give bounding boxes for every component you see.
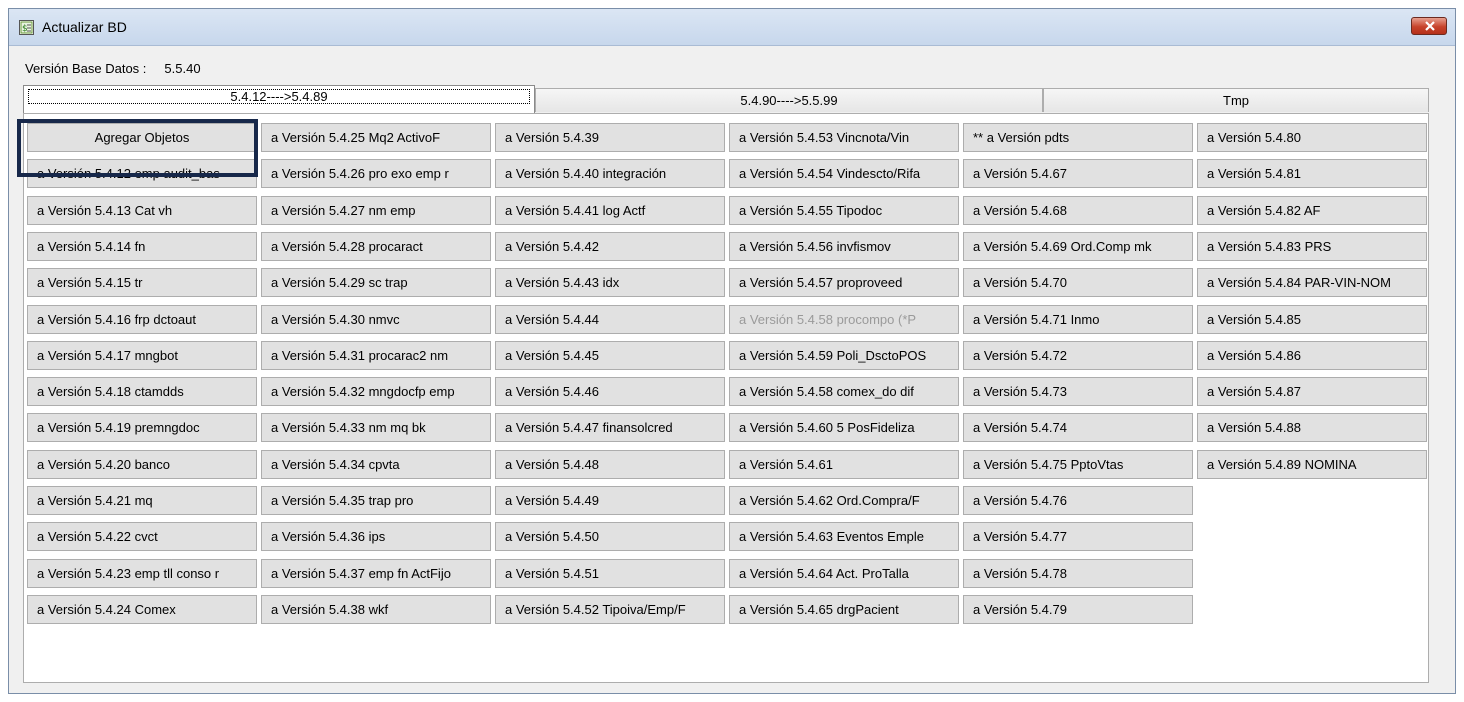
database-version-row: Versión Base Datos : 5.5.40 (25, 61, 201, 76)
tab-5-4-90-to-5-5-99[interactable]: 5.4.90---->5.5.99 (535, 88, 1043, 112)
version-update-button[interactable]: a Versión 5.4.73 (963, 377, 1193, 406)
version-update-button[interactable]: a Versión 5.4.51 (495, 559, 725, 588)
version-update-button[interactable]: a Versión 5.4.71 Inmo (963, 305, 1193, 334)
version-update-button[interactable]: a Versión 5.4.80 (1197, 123, 1427, 152)
version-update-button[interactable]: a Versión 5.4.13 Cat vh (27, 196, 257, 225)
tab-5-4-12-to-5-4-89[interactable]: 5.4.12---->5.4.89 (23, 85, 535, 113)
version-update-button[interactable]: a Versión 5.4.28 procaract (261, 232, 491, 261)
version-update-button[interactable]: a Versión 5.4.32 mngdocfp emp (261, 377, 491, 406)
version-update-button[interactable]: a Versión 5.4.57 proproveed (729, 268, 959, 297)
version-update-button[interactable]: a Versión 5.4.58 procompo (*P (729, 305, 959, 334)
database-version-value: 5.5.40 (164, 61, 201, 76)
version-update-button[interactable]: a Versión 5.4.85 (1197, 305, 1427, 334)
tab-label: 5.4.90---->5.5.99 (740, 93, 838, 108)
version-update-button[interactable]: a Versión 5.4.29 sc trap (261, 268, 491, 297)
version-update-button[interactable]: a Versión 5.4.62 Ord.Compra/F (729, 486, 959, 515)
version-update-button[interactable]: a Versión 5.4.70 (963, 268, 1193, 297)
svg-text:$: $ (22, 24, 28, 34)
tab-focus-rectangle (28, 89, 530, 104)
version-update-button[interactable]: a Versión 5.4.19 premngdoc (27, 413, 257, 442)
database-version-label: Versión Base Datos : (25, 61, 147, 76)
version-update-button[interactable]: a Versión 5.4.50 (495, 522, 725, 551)
close-button[interactable] (1411, 17, 1447, 35)
version-update-button[interactable]: a Versión 5.4.44 (495, 305, 725, 334)
version-update-button[interactable]: a Versión 5.4.20 banco (27, 450, 257, 479)
version-update-button[interactable]: a Versión 5.4.89 NOMINA (1197, 450, 1427, 479)
version-update-button[interactable]: a Versión 5.4.41 log Actf (495, 196, 725, 225)
version-update-button[interactable]: a Versión 5.4.79 (963, 595, 1193, 624)
version-update-button[interactable]: a Versión 5.4.21 mq (27, 486, 257, 515)
version-update-button[interactable]: a Versión 5.4.86 (1197, 341, 1427, 370)
version-tabs: 5.4.12---->5.4.89 5.4.90---->5.5.99 Tmp (23, 85, 1429, 113)
version-update-button[interactable]: a Versión 5.4.76 (963, 486, 1193, 515)
title-bar: $ Actualizar BD (9, 9, 1455, 46)
version-update-button[interactable]: a Versión 5.4.45 (495, 341, 725, 370)
version-update-button[interactable]: a Versión 5.4.33 nm mq bk (261, 413, 491, 442)
tab-label: Tmp (1223, 93, 1249, 108)
version-update-button[interactable]: a Versión 5.4.30 nmvc (261, 305, 491, 334)
version-update-button[interactable]: a Versión 5.4.78 (963, 559, 1193, 588)
version-update-button[interactable]: a Versión 5.4.42 (495, 232, 725, 261)
version-update-button[interactable]: a Versión 5.4.35 trap pro (261, 486, 491, 515)
version-update-button[interactable]: a Versión 5.4.63 Eventos Emple (729, 522, 959, 551)
version-update-button[interactable]: a Versión 5.4.40 integración (495, 159, 725, 188)
version-update-button[interactable]: a Versión 5.4.26 pro exo emp r (261, 159, 491, 188)
version-update-button[interactable]: a Versión 5.4.15 tr (27, 268, 257, 297)
version-update-button[interactable]: a Versión 5.4.24 Comex (27, 595, 257, 624)
window-title: Actualizar BD (42, 19, 127, 35)
version-update-button[interactable]: a Versión 5.4.88 (1197, 413, 1427, 442)
version-update-button[interactable]: a Versión 5.4.37 emp fn ActFijo (261, 559, 491, 588)
version-update-button[interactable]: a Versión 5.4.74 (963, 413, 1193, 442)
version-update-button[interactable]: a Versión 5.4.61 (729, 450, 959, 479)
version-update-button[interactable]: a Versión 5.4.22 cvct (27, 522, 257, 551)
version-update-button[interactable]: a Versión 5.4.47 finansolcred (495, 413, 725, 442)
version-update-button[interactable]: a Versión 5.4.14 fn (27, 232, 257, 261)
version-update-button[interactable]: a Versión 5.4.65 drgPacient (729, 595, 959, 624)
version-update-button[interactable]: a Versión 5.4.82 AF (1197, 196, 1427, 225)
tab-tmp[interactable]: Tmp (1043, 88, 1429, 112)
agregar-objetos-button[interactable]: Agregar Objetos (27, 123, 257, 152)
version-update-button[interactable]: a Versión 5.4.46 (495, 377, 725, 406)
version-update-button[interactable]: a Versión 5.4.64 Act. ProTalla (729, 559, 959, 588)
version-update-button[interactable]: a Versión 5.4.56 invfismov (729, 232, 959, 261)
version-update-button[interactable]: a Versión 5.4.55 Tipodoc (729, 196, 959, 225)
version-update-button[interactable]: a Versión 5.4.81 (1197, 159, 1427, 188)
version-update-button[interactable]: a Versión 5.4.27 nm emp (261, 196, 491, 225)
version-update-button[interactable]: a Versión 5.4.43 idx (495, 268, 725, 297)
version-update-button[interactable]: a Versión 5.4.77 (963, 522, 1193, 551)
version-update-button[interactable]: a Versión 5.4.83 PRS (1197, 232, 1427, 261)
version-update-button[interactable]: a Versión 5.4.54 Vindescto/Rifa (729, 159, 959, 188)
version-update-button[interactable]: a Versión 5.4.18 ctamdds (27, 377, 257, 406)
version-update-button[interactable]: a Versión 5.4.59 Poli_DsctoPOS (729, 341, 959, 370)
version-update-button[interactable]: a Versión 5.4.84 PAR-VIN-NOM (1197, 268, 1427, 297)
version-update-button[interactable]: a Versión 5.4.87 (1197, 377, 1427, 406)
version-update-button[interactable]: ** a Versión pdts (963, 123, 1193, 152)
version-update-button[interactable]: a Versión 5.4.49 (495, 486, 725, 515)
version-update-button[interactable]: a Versión 5.4.60 5 PosFideliza (729, 413, 959, 442)
version-update-button[interactable]: a Versión 5.4.68 (963, 196, 1193, 225)
version-update-button[interactable]: a Versión 5.4.16 frp dctoaut (27, 305, 257, 334)
version-update-button[interactable]: a Versión 5.4.38 wkf (261, 595, 491, 624)
database-update-icon: $ (19, 20, 34, 35)
version-update-button[interactable]: a Versión 5.4.23 emp tll conso r (27, 559, 257, 588)
actualizar-bd-window: $ Actualizar BD Versión Base Datos : 5.5.… (8, 8, 1456, 694)
version-update-button[interactable]: a Versión 5.4.67 (963, 159, 1193, 188)
version-update-button[interactable]: a Versión 5.4.58 comex_do dif (729, 377, 959, 406)
version-update-button[interactable]: a Versión 5.4.25 Mq2 ActivoF (261, 123, 491, 152)
version-update-button[interactable]: a Versión 5.4.34 cpvta (261, 450, 491, 479)
version-update-button[interactable]: a Versión 5.4.72 (963, 341, 1193, 370)
tab-panel: Agregar Objetos a Versión 5.4.12 emp audi… (23, 113, 1429, 683)
version-update-button[interactable]: a Versión 5.4.36 ips (261, 522, 491, 551)
version-update-button[interactable]: a Versión 5.4.39 (495, 123, 725, 152)
version-update-button[interactable]: a Versión 5.4.31 procarac2 nm (261, 341, 491, 370)
version-update-button[interactable]: a Versión 5.4.75 PptoVtas (963, 450, 1193, 479)
version-update-button[interactable]: a Versión 5.4.52 Tipoiva/Emp/F (495, 595, 725, 624)
version-update-button[interactable]: a Versión 5.4.17 mngbot (27, 341, 257, 370)
version-update-button[interactable]: a Versión 5.4.53 Vincnota/Vin (729, 123, 959, 152)
version-update-button[interactable]: a Versión 5.4.48 (495, 450, 725, 479)
version-update-button[interactable]: a Versión 5.4.12 emp audit_bas (27, 159, 257, 188)
version-update-button[interactable]: a Versión 5.4.69 Ord.Comp mk (963, 232, 1193, 261)
close-icon (1425, 21, 1435, 31)
